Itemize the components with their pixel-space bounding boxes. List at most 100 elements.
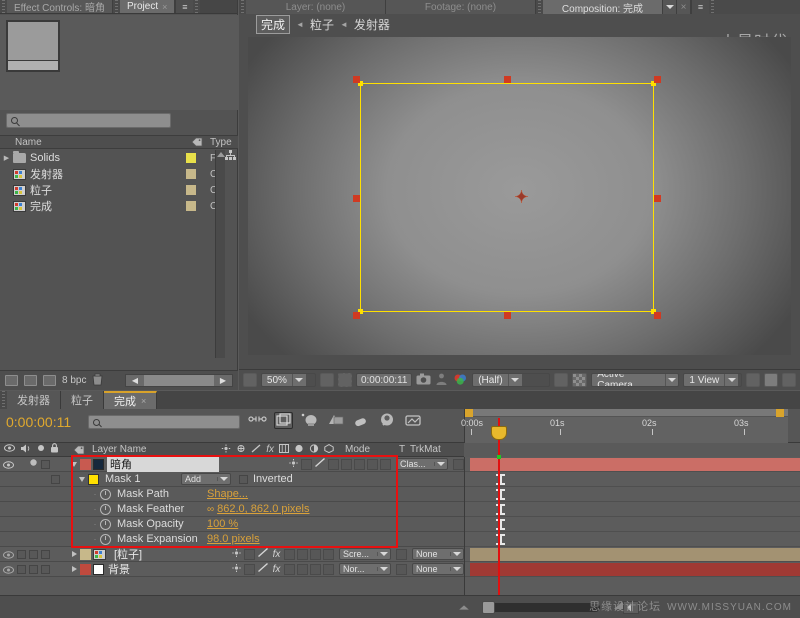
checkbox-box[interactable] <box>239 474 248 484</box>
tab-effect-controls[interactable]: Effect Controls: 暗角 <box>7 0 113 14</box>
tab-composition-close[interactable]: × <box>677 0 691 14</box>
mask-group-row[interactable]: Mask 1 Add Inverted <box>0 472 464 487</box>
column-header-type[interactable]: Type <box>210 137 238 148</box>
column-header-t[interactable]: T <box>394 444 410 455</box>
brainstorm-icon[interactable] <box>404 412 423 429</box>
tab-composition[interactable]: Composition: 完成 <box>543 0 663 15</box>
layer-name-2[interactable]: 背景 <box>108 561 220 577</box>
region-of-interest-toggle-icon[interactable] <box>554 373 569 387</box>
layer-row-0[interactable]: 暗角 Clas... <box>0 456 464 472</box>
timeline-zoom-slider[interactable] <box>459 601 630 614</box>
lock-toggle[interactable] <box>41 459 50 469</box>
hide-shy-layers-icon[interactable] <box>300 412 319 429</box>
project-panel-navigator[interactable]: ◀ ▶ <box>125 374 233 387</box>
timeline-ruler[interactable]: 0:00s 01s 02s 03s <box>461 409 788 443</box>
new-folder-icon[interactable] <box>24 375 37 386</box>
bounding-handle-tl[interactable] <box>353 76 360 83</box>
eye-icon[interactable] <box>3 550 14 559</box>
layer-duration-bar[interactable] <box>470 548 800 561</box>
track-row-4[interactable] <box>465 517 800 532</box>
stopwatch-icon[interactable] <box>100 503 111 515</box>
viewer-grip-2[interactable] <box>536 0 543 14</box>
frameblend-switch[interactable] <box>341 458 352 470</box>
nav-prev-icon[interactable]: ◀ <box>126 376 144 385</box>
color-channels-icon[interactable] <box>453 373 468 387</box>
scroll-up-arrow-icon[interactable] <box>216 152 225 157</box>
mask-property-value[interactable]: 100 % <box>207 518 238 530</box>
effects-switch[interactable] <box>328 458 339 470</box>
bounding-handle-ml[interactable] <box>353 194 360 202</box>
grid-guides-icon[interactable] <box>320 373 335 387</box>
preserve-transparency-0[interactable] <box>453 458 464 470</box>
resolution-select[interactable]: (Half) <box>472 373 551 387</box>
draft-3d-icon[interactable] <box>274 412 293 429</box>
adjustment-switch[interactable] <box>367 458 378 470</box>
motion-blur-icon[interactable] <box>352 412 371 429</box>
layer-duration-bar[interactable] <box>470 563 800 576</box>
timeline-grip[interactable] <box>0 391 7 409</box>
column-header-trkmat[interactable]: TrkMat <box>410 444 464 455</box>
threed-switch[interactable] <box>323 548 334 560</box>
comp-canvas[interactable] <box>248 37 791 355</box>
audio-toggle[interactable] <box>17 564 26 574</box>
timeline-flowchart-icon[interactable] <box>782 373 797 387</box>
preserve-transparency-1[interactable] <box>396 548 407 560</box>
layer-trkmat-select-1[interactable]: None <box>412 548 464 560</box>
timeline-tab-2[interactable]: 完成 × <box>104 391 158 409</box>
work-area-start-handle[interactable] <box>465 409 473 417</box>
stopwatch-icon[interactable] <box>100 533 111 545</box>
timeline-track-area[interactable] <box>464 457 800 595</box>
stopwatch-icon[interactable] <box>100 518 111 530</box>
layer-mode-select-1[interactable]: Scre... <box>339 548 391 560</box>
adjustment-switch[interactable] <box>310 563 321 575</box>
viewer-grip-3[interactable] <box>709 0 716 14</box>
tab-composition-caret[interactable] <box>663 0 677 14</box>
mask-property-row-0[interactable]: · Mask Path Shape... <box>0 487 464 502</box>
breadcrumb-item-0[interactable]: 完成 <box>256 14 291 34</box>
breadcrumb-item-1[interactable]: 粒子 <box>310 16 334 33</box>
mask-property-row-2[interactable]: · Mask Opacity 100 % <box>0 517 464 532</box>
close-icon[interactable]: × <box>162 2 167 12</box>
mask-property-value[interactable]: Shape... <box>207 488 248 500</box>
preserve-transparency-2[interactable] <box>396 563 407 575</box>
project-item-1[interactable]: 发射器 C <box>0 166 238 182</box>
zoom-slider-track[interactable] <box>482 601 600 614</box>
track-row-0[interactable] <box>465 457 800 472</box>
composition-mini-flowchart-icon[interactable] <box>248 412 267 429</box>
mask-name[interactable]: Mask 1 <box>105 473 163 485</box>
tab-footage[interactable]: Footage: (none) <box>386 0 536 14</box>
viewer-timecode[interactable]: 0:00:00:11 <box>355 373 413 387</box>
adjustment-switch[interactable] <box>310 548 321 560</box>
collapse-switch[interactable] <box>244 548 255 560</box>
always-preview-icon[interactable] <box>243 373 257 387</box>
twirl-icon[interactable]: ▶ <box>0 154 13 162</box>
camera-icon[interactable] <box>416 373 431 387</box>
shy-switch[interactable] <box>231 563 242 576</box>
frameblend-switch[interactable] <box>284 548 295 560</box>
bounding-handle-mr[interactable] <box>654 194 661 202</box>
layer-label-color[interactable] <box>80 458 91 470</box>
bounding-handle-tr[interactable] <box>654 76 661 83</box>
camera-view-select[interactable]: Active Camera <box>591 373 680 387</box>
lock-toggle[interactable] <box>41 564 50 574</box>
collapse-switch[interactable] <box>244 563 255 575</box>
mask-lock-toggle[interactable] <box>51 474 60 484</box>
layer-twirl-icon[interactable] <box>68 461 80 467</box>
transparency-grid-icon[interactable] <box>572 373 588 387</box>
frameblend-switch[interactable] <box>284 563 295 575</box>
zoom-slider-knob[interactable] <box>482 601 495 614</box>
view-layout-select[interactable]: 1 View <box>683 373 743 387</box>
bounding-handle-br[interactable] <box>654 312 661 319</box>
layer-duration-bar[interactable] <box>470 458 800 471</box>
project-vertical-scrollbar[interactable] <box>215 150 225 358</box>
layer-label-color[interactable] <box>80 548 91 560</box>
label-color-swatch[interactable] <box>186 185 196 195</box>
enable-frame-blending-icon[interactable] <box>326 412 345 429</box>
quality-switch[interactable] <box>257 562 269 576</box>
viewer-grip[interactable] <box>239 0 246 14</box>
new-composition-icon[interactable] <box>5 375 18 386</box>
shy-switch[interactable] <box>288 458 299 471</box>
panel-grip-3[interactable] <box>193 0 201 13</box>
stopwatch-icon[interactable] <box>100 488 111 500</box>
track-row-3[interactable] <box>465 502 800 517</box>
